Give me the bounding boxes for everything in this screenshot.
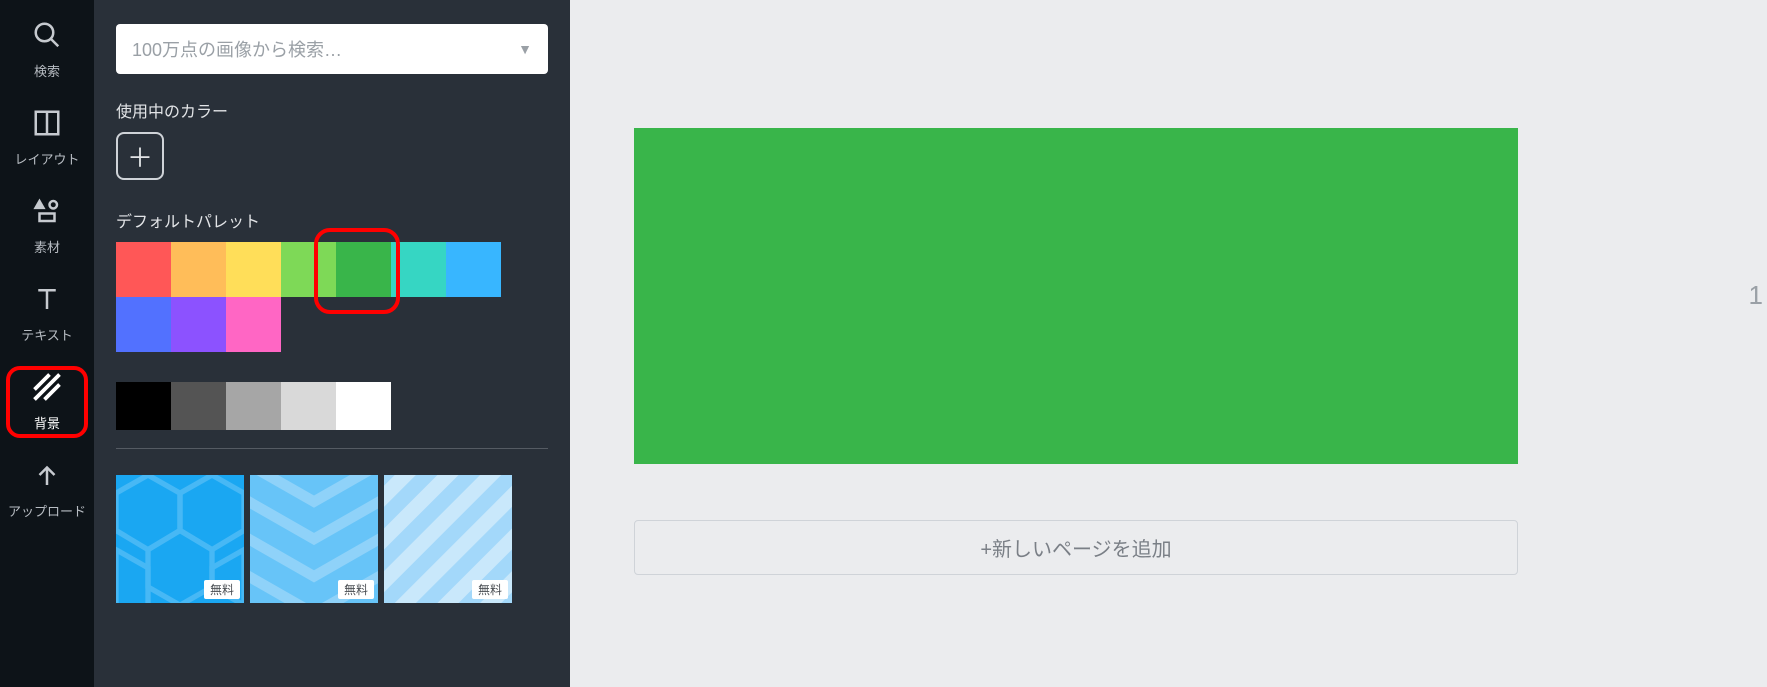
stripes-icon <box>32 372 62 407</box>
palette-row-2 <box>116 297 548 352</box>
nav-item-upload[interactable]: アップロード <box>6 454 88 526</box>
gray-swatch[interactable] <box>226 382 281 430</box>
search-placeholder: 100万点の画像から検索… <box>132 36 342 62</box>
bg-pattern-chevron[interactable]: 無料 <box>250 475 378 603</box>
gray-swatch[interactable] <box>171 382 226 430</box>
bg-pattern-diagonal[interactable]: 無料 <box>384 475 512 603</box>
nav-item-background[interactable]: 背景 <box>6 366 88 438</box>
palette-swatch[interactable] <box>336 242 391 297</box>
nav-item-elements[interactable]: 素材 <box>6 190 88 262</box>
free-tag: 無料 <box>204 580 240 599</box>
palette-swatch[interactable] <box>281 242 336 297</box>
nav-rail: 検索 レイアウト 素材 テキスト 背景 アップロード <box>0 0 94 687</box>
palette-swatch[interactable] <box>226 297 281 352</box>
palette-swatch[interactable] <box>116 297 171 352</box>
nav-item-layout[interactable]: レイアウト <box>6 102 88 174</box>
search-icon <box>32 20 62 55</box>
background-pattern-grid: 無料 無料 <box>116 475 548 603</box>
nav-item-text[interactable]: テキスト <box>6 278 88 350</box>
nav-label-text: テキスト <box>21 325 73 344</box>
chevron-down-icon: ▼ <box>518 41 532 57</box>
palette-swatch[interactable] <box>391 242 446 297</box>
layout-icon <box>32 108 62 143</box>
nav-label-search: 検索 <box>34 61 60 80</box>
palette-swatch[interactable] <box>171 297 226 352</box>
nav-label-layout: レイアウト <box>14 149 79 168</box>
gray-swatch[interactable] <box>116 382 171 430</box>
palette-row-1 <box>116 242 548 297</box>
design-page[interactable] <box>634 128 1518 464</box>
free-tag: 無料 <box>338 580 374 599</box>
nav-item-search[interactable]: 検索 <box>6 14 88 86</box>
nav-label-upload: アップロード <box>8 501 86 520</box>
gray-swatch[interactable] <box>281 382 336 430</box>
nav-label-elements: 素材 <box>34 237 60 256</box>
panel-divider <box>116 448 548 449</box>
palette-swatch[interactable] <box>116 242 171 297</box>
add-page-label: +新しいページを追加 <box>980 533 1171 562</box>
palette-swatch[interactable] <box>446 242 501 297</box>
grayscale-row <box>116 382 548 430</box>
canvas-area: +新しいページを追加 1 <box>570 0 1767 687</box>
add-page-button[interactable]: +新しいページを追加 <box>634 520 1518 575</box>
image-search-dropdown[interactable]: 100万点の画像から検索… ▼ <box>116 24 548 74</box>
palette-swatch[interactable] <box>226 242 281 297</box>
colors-in-use-title: 使用中のカラー <box>116 98 548 122</box>
plus-icon: ＋ <box>127 138 153 175</box>
free-tag: 無料 <box>472 580 508 599</box>
default-palette-title: デフォルトパレット <box>116 208 548 232</box>
gray-swatch[interactable] <box>336 382 391 430</box>
side-panel: 100万点の画像から検索… ▼ 使用中のカラー ＋ デフォルトパレット <box>94 0 570 687</box>
page-indicator: 1 <box>1749 280 1763 311</box>
text-icon <box>32 284 62 319</box>
default-palette <box>116 242 548 352</box>
shapes-icon <box>32 196 62 231</box>
add-color-button[interactable]: ＋ <box>116 132 164 180</box>
nav-label-background: 背景 <box>34 413 60 432</box>
upload-icon <box>32 460 62 495</box>
palette-swatch[interactable] <box>171 242 226 297</box>
bg-pattern-hexagon[interactable]: 無料 <box>116 475 244 603</box>
